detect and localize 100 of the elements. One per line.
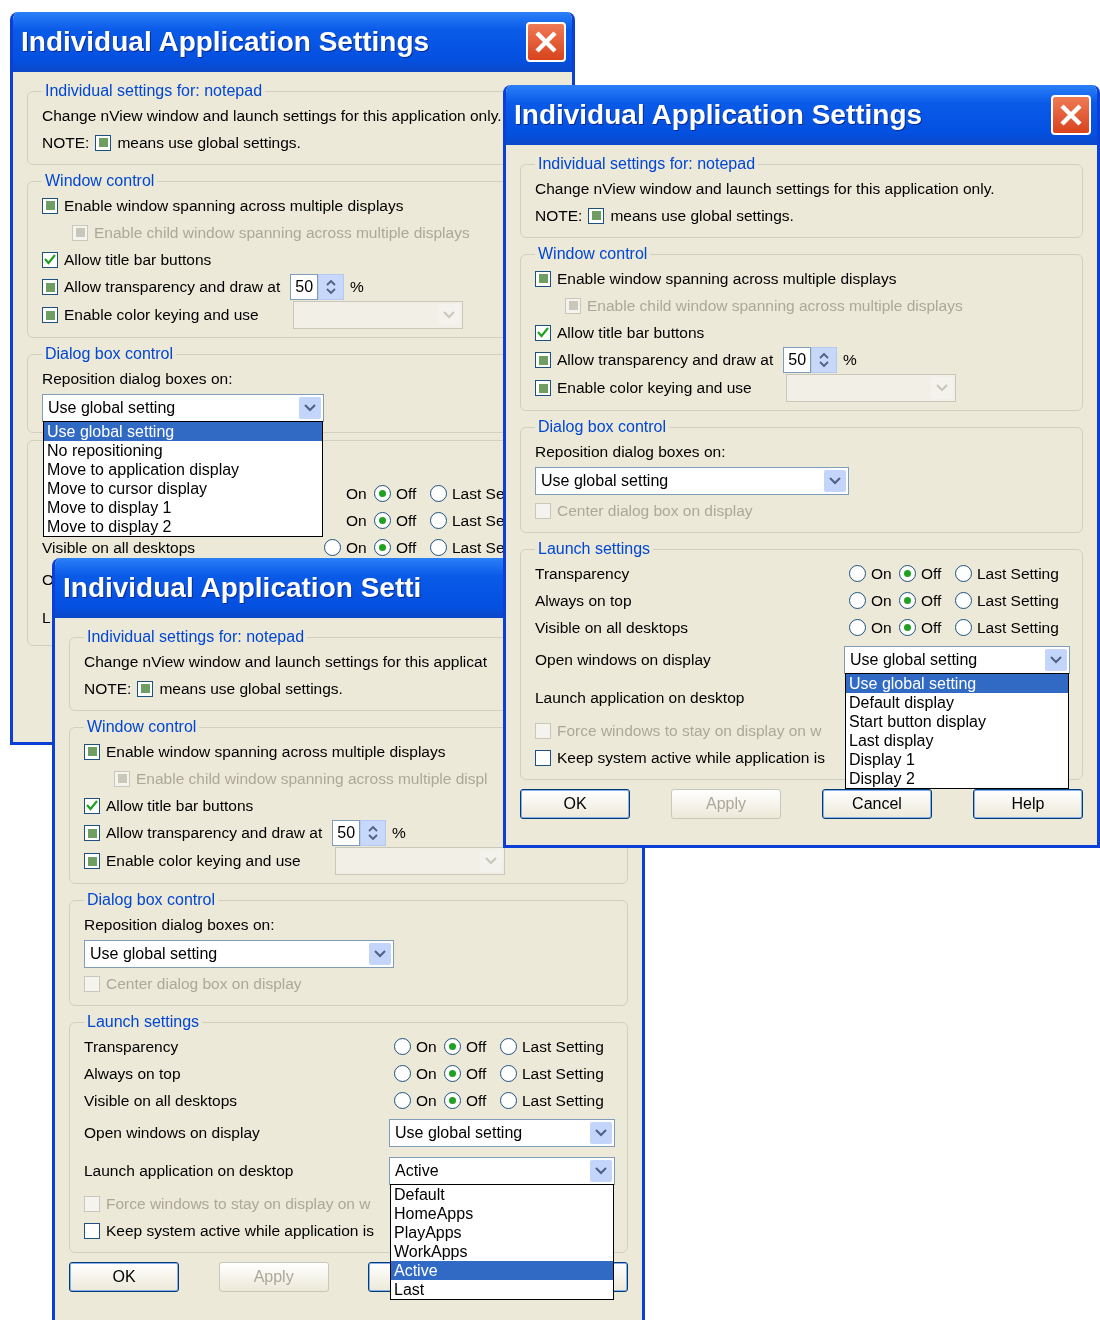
chevron-down-icon xyxy=(595,1129,607,1137)
radio-button[interactable] xyxy=(500,1092,517,1109)
dialog-button[interactable]: Help xyxy=(973,789,1083,819)
radio-button[interactable] xyxy=(955,565,972,582)
radio-button[interactable] xyxy=(374,539,391,556)
radio-button[interactable] xyxy=(430,485,447,502)
checkbox[interactable] xyxy=(535,324,551,341)
radio-button[interactable] xyxy=(500,1038,517,1055)
radio-label: Last Setting xyxy=(977,591,1059,610)
description-text: Change nView window and launch settings for this application only. xyxy=(42,106,502,125)
chevron-down-icon xyxy=(442,311,455,319)
radio-label: On xyxy=(871,564,892,583)
dialog-button[interactable]: Cancel xyxy=(822,789,932,819)
description-text: Change nView window and launch settings for this application only. xyxy=(535,179,995,198)
checkbox[interactable] xyxy=(84,825,100,841)
radio-button[interactable] xyxy=(324,539,341,556)
spinner-button[interactable] xyxy=(360,820,387,846)
radio-button[interactable] xyxy=(899,592,916,609)
dropdown-option[interactable]: Display 1 xyxy=(846,750,1068,769)
checkbox[interactable] xyxy=(535,380,551,396)
dropdown-option[interactable]: Move to application display xyxy=(44,460,322,479)
checkbox[interactable] xyxy=(84,1222,100,1239)
dropdown-option[interactable]: Display 2 xyxy=(846,769,1068,788)
checkbox-label: Enable color keying and use xyxy=(106,852,301,870)
checkbox[interactable] xyxy=(42,251,58,268)
group-title: Window control xyxy=(86,718,198,736)
checkbox[interactable] xyxy=(84,743,100,760)
dropdown-option[interactable]: WorkApps xyxy=(391,1242,613,1261)
dropdown-field[interactable]: Use global setting xyxy=(535,467,849,495)
note-text: means use global settings. xyxy=(117,133,301,152)
checkbox-label: Center dialog box on display xyxy=(557,501,753,520)
dropdown-option[interactable]: Use global setting xyxy=(44,422,322,441)
dropdown-field[interactable]: Use global setting xyxy=(389,1119,615,1147)
radio-button[interactable] xyxy=(394,1065,411,1082)
radio-label: On xyxy=(346,484,367,503)
dropdown-option[interactable]: Start button display xyxy=(846,712,1068,731)
chevron-down-icon xyxy=(595,1167,607,1175)
group-title: Launch settings xyxy=(86,1013,201,1031)
dropdown-field[interactable]: Use global setting xyxy=(84,940,394,968)
close-button[interactable] xyxy=(1051,95,1091,135)
dropdown-option[interactable]: Active xyxy=(391,1261,613,1280)
checkbox[interactable] xyxy=(535,270,551,287)
radio-button[interactable] xyxy=(430,512,447,529)
radio-button[interactable] xyxy=(394,1092,411,1109)
group-title: Window control xyxy=(537,245,649,263)
radio-button[interactable] xyxy=(394,1038,411,1055)
radio-button[interactable] xyxy=(500,1065,517,1082)
dropdown-option[interactable]: Default display xyxy=(846,693,1068,712)
dropdown-option[interactable]: Move to display 1 xyxy=(44,498,322,517)
checkbox-label: Allow transparency and draw at xyxy=(106,824,323,842)
unit-label: % xyxy=(350,278,364,296)
dropdown-option[interactable]: Last xyxy=(391,1280,613,1299)
radio-button[interactable] xyxy=(955,619,972,636)
number-field[interactable]: 50 xyxy=(290,274,319,300)
global-checkbox-icon xyxy=(137,680,154,697)
radio-button[interactable] xyxy=(374,485,391,502)
radio-button[interactable] xyxy=(899,619,916,636)
spinner-button[interactable] xyxy=(811,347,838,373)
radio-label: Last Se xyxy=(452,511,505,530)
setting-label: Transparency xyxy=(84,1037,179,1056)
dropdown-option[interactable]: Use global setting xyxy=(846,674,1068,693)
checkbox[interactable] xyxy=(42,197,58,214)
chevron-down-icon xyxy=(935,384,948,392)
radio-label: Last Se xyxy=(452,484,505,503)
spinner-button[interactable] xyxy=(318,274,345,300)
dialog-button[interactable]: OK xyxy=(69,1262,179,1292)
dialog-button[interactable]: OK xyxy=(520,789,630,819)
checkbox[interactable] xyxy=(535,749,551,766)
dropdown-option[interactable]: Move to cursor display xyxy=(44,479,322,498)
group-title: Window control xyxy=(44,172,156,190)
radio-button[interactable] xyxy=(444,1038,461,1055)
radio-button[interactable] xyxy=(444,1092,461,1109)
checkbox[interactable] xyxy=(84,853,100,869)
global-checkbox-icon xyxy=(95,134,112,151)
field-label: Reposition dialog boxes on: xyxy=(535,442,726,461)
radio-button[interactable] xyxy=(374,512,391,529)
checkbox[interactable] xyxy=(42,279,58,295)
note-label: NOTE: xyxy=(535,206,583,225)
radio-button[interactable] xyxy=(849,565,866,582)
radio-button[interactable] xyxy=(849,592,866,609)
number-field[interactable]: 50 xyxy=(332,820,361,846)
close-button[interactable] xyxy=(526,22,566,62)
dropdown-option[interactable]: Move to display 2 xyxy=(44,517,322,536)
checkbox[interactable] xyxy=(84,797,100,814)
radio-button[interactable] xyxy=(899,565,916,582)
checkbox[interactable] xyxy=(42,307,58,323)
radio-button[interactable] xyxy=(430,539,447,556)
checkbox-label: Force windows to stay on display on w xyxy=(557,721,822,740)
field-label: Reposition dialog boxes on: xyxy=(42,369,233,388)
dropdown-option[interactable]: PlayApps xyxy=(391,1223,613,1242)
dropdown-option[interactable]: Last display xyxy=(846,731,1068,750)
radio-button[interactable] xyxy=(849,619,866,636)
dropdown-option[interactable]: Default xyxy=(391,1185,613,1204)
dropdown-option[interactable]: HomeApps xyxy=(391,1204,613,1223)
radio-label: On xyxy=(346,511,367,530)
checkbox[interactable] xyxy=(535,352,551,368)
number-field[interactable]: 50 xyxy=(783,347,812,373)
dropdown-option[interactable]: No repositioning xyxy=(44,441,322,460)
radio-button[interactable] xyxy=(444,1065,461,1082)
radio-button[interactable] xyxy=(955,592,972,609)
